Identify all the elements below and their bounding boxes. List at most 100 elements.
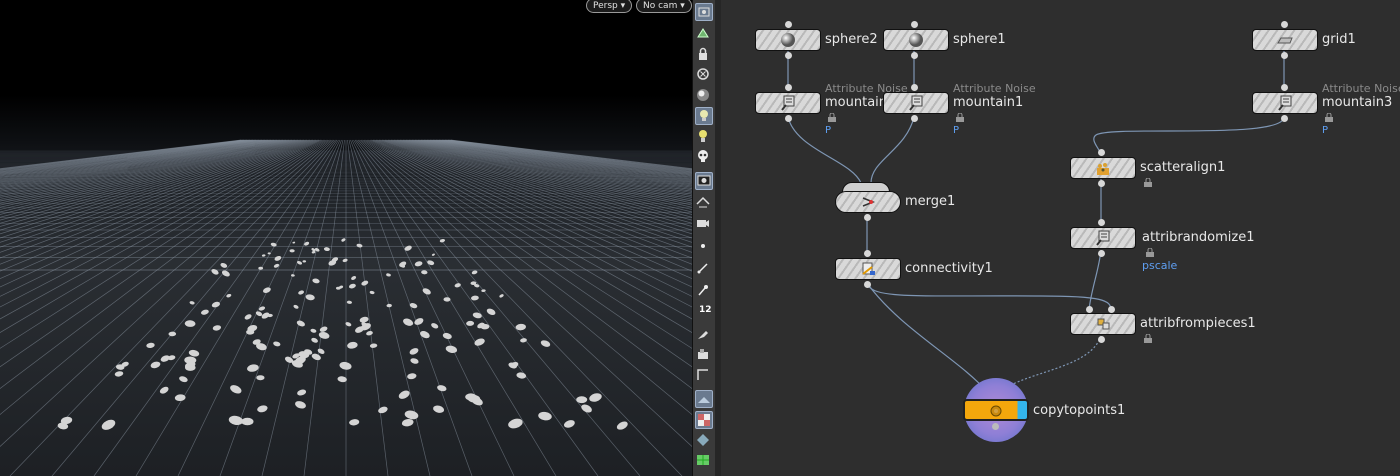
pin-tool[interactable] bbox=[695, 282, 713, 300]
diamond-icon bbox=[697, 434, 709, 446]
select-tool[interactable] bbox=[695, 25, 713, 43]
input-connector[interactable] bbox=[1098, 149, 1105, 156]
scene-viewport[interactable]: Persp ▾ No cam ▾ bbox=[0, 0, 692, 476]
lock-icon bbox=[956, 113, 964, 122]
number-tool[interactable]: 12 bbox=[695, 304, 713, 322]
lock-icon bbox=[1325, 113, 1333, 122]
shade-icon bbox=[697, 89, 709, 101]
skull-tool[interactable] bbox=[695, 148, 713, 166]
camera-menu-label: Persp bbox=[593, 1, 618, 11]
node-label: connectivity1 bbox=[905, 261, 993, 276]
output-connector[interactable] bbox=[1281, 52, 1288, 59]
node-sphere1[interactable] bbox=[883, 29, 949, 51]
wire-connectivity1-copytopoints1 bbox=[866, 282, 990, 395]
input-connector[interactable] bbox=[911, 84, 918, 91]
node-type-label: Attribute Noise bbox=[953, 82, 1036, 95]
camera-tool[interactable] bbox=[695, 214, 713, 232]
paint-tool[interactable] bbox=[695, 326, 713, 344]
output-connector[interactable] bbox=[864, 281, 871, 288]
node-attribfrompieces1[interactable] bbox=[1070, 313, 1136, 335]
input-connector[interactable] bbox=[785, 21, 792, 28]
lock-icon bbox=[1144, 334, 1152, 343]
output-connector[interactable] bbox=[785, 52, 792, 59]
node-grid1[interactable] bbox=[1252, 29, 1318, 51]
wire-attribfrompieces1-copytopoints1 bbox=[1010, 335, 1102, 386]
node-label: merge1 bbox=[905, 194, 956, 209]
wire-mountain3-scatteralign1 bbox=[1093, 116, 1285, 156]
frame-icon bbox=[697, 369, 708, 380]
network-editor[interactable]: sphere2 sphere1 grid1 Attribute Noise mo… bbox=[721, 0, 1400, 476]
display-tool[interactable] bbox=[695, 172, 713, 190]
node-type-label: Attribute Noise bbox=[1322, 82, 1400, 95]
grid-tool[interactable] bbox=[695, 452, 713, 470]
node-sphere2[interactable] bbox=[755, 29, 821, 51]
point-tool[interactable] bbox=[695, 238, 713, 256]
lock-tool[interactable] bbox=[695, 46, 713, 64]
diamond-tool[interactable] bbox=[695, 432, 713, 450]
ground-grid bbox=[0, 139, 692, 476]
input-connector[interactable] bbox=[1281, 84, 1288, 91]
frame-tool[interactable] bbox=[695, 367, 713, 385]
output-connector[interactable] bbox=[911, 115, 918, 122]
output-connector[interactable] bbox=[864, 214, 871, 221]
input-connector[interactable] bbox=[911, 21, 918, 28]
input-connector[interactable] bbox=[1098, 219, 1105, 226]
merge-icon bbox=[862, 197, 876, 207]
node-attribrandomize1[interactable] bbox=[1070, 227, 1136, 249]
node-mountain[interactable] bbox=[755, 92, 821, 114]
flip-tool[interactable] bbox=[695, 194, 713, 212]
noise-icon bbox=[1278, 95, 1292, 111]
light-link-tool[interactable] bbox=[695, 128, 713, 146]
node-mountain1[interactable] bbox=[883, 92, 949, 114]
sphere-icon bbox=[909, 33, 923, 47]
node-connectivity1[interactable] bbox=[835, 258, 901, 280]
shade-tool[interactable] bbox=[695, 87, 713, 105]
snap-icon bbox=[697, 68, 709, 80]
input-connector[interactable] bbox=[1086, 306, 1093, 313]
node-merge1[interactable] bbox=[835, 191, 901, 213]
no-cam-menu-button[interactable]: No cam ▾ bbox=[636, 0, 692, 13]
node-label: copytopoints1 bbox=[1033, 403, 1126, 418]
node-flag: P bbox=[1322, 125, 1329, 136]
caret-down-icon: ▾ bbox=[620, 1, 626, 11]
checker-icon bbox=[698, 414, 710, 426]
noise-icon bbox=[781, 95, 795, 111]
output-connector[interactable] bbox=[911, 52, 918, 59]
node-label: sphere1 bbox=[953, 32, 1006, 47]
normal-tool[interactable] bbox=[695, 260, 713, 278]
input-connector[interactable] bbox=[1108, 306, 1115, 313]
node-scatteralign1[interactable] bbox=[1070, 157, 1136, 179]
output-connector[interactable] bbox=[1098, 180, 1105, 187]
shaded-tool[interactable] bbox=[695, 390, 713, 408]
lock-icon bbox=[1144, 178, 1152, 187]
ghost-tool[interactable] bbox=[695, 346, 713, 364]
node-mountain3[interactable] bbox=[1252, 92, 1318, 114]
node-flag: P bbox=[825, 125, 832, 136]
node-flag: P bbox=[953, 125, 960, 136]
camera-menu-button[interactable]: Persp ▾ bbox=[586, 0, 633, 13]
camera-icon bbox=[697, 220, 709, 227]
light-icon bbox=[700, 110, 708, 121]
paint-icon bbox=[698, 331, 708, 339]
ghost-icon bbox=[698, 349, 708, 359]
output-connector[interactable] bbox=[1281, 115, 1288, 122]
pieces-icon bbox=[1097, 318, 1110, 330]
checker-tool[interactable] bbox=[695, 411, 713, 429]
wire-attribrandomize1-attribfrompieces1 bbox=[1088, 249, 1102, 311]
point-number-label: 12 bbox=[699, 305, 712, 315]
no-cam-menu-label: No cam bbox=[643, 1, 678, 11]
output-connector[interactable] bbox=[1098, 336, 1105, 343]
view-icon bbox=[698, 7, 710, 17]
node-label: attribfrompieces1 bbox=[1140, 316, 1256, 331]
grid-icon bbox=[697, 455, 709, 465]
snap-tool[interactable] bbox=[695, 66, 713, 84]
input-connector[interactable] bbox=[864, 250, 871, 257]
view-tool[interactable] bbox=[695, 3, 713, 21]
node-copytopoints1[interactable] bbox=[963, 399, 1029, 421]
output-connector[interactable] bbox=[785, 115, 792, 122]
light-tool[interactable] bbox=[695, 107, 713, 125]
output-connector[interactable] bbox=[992, 423, 999, 430]
input-connector[interactable] bbox=[1281, 21, 1288, 28]
output-connector[interactable] bbox=[1098, 250, 1105, 257]
input-connector[interactable] bbox=[785, 84, 792, 91]
